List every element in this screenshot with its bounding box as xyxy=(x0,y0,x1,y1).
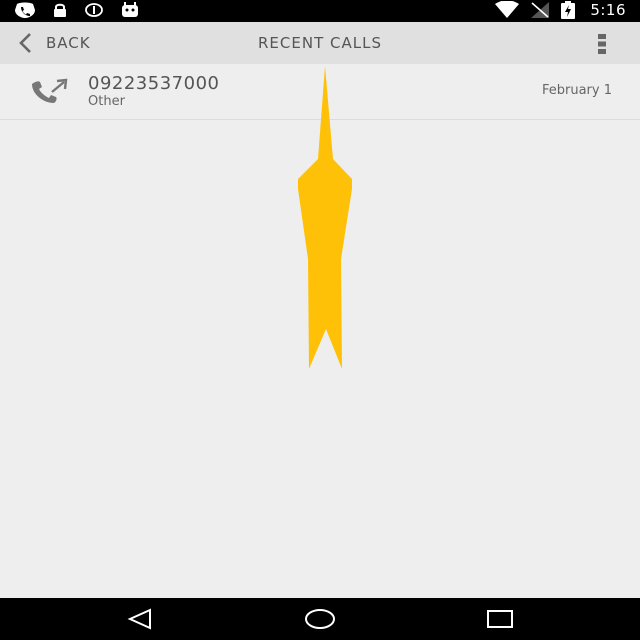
status-right-icons: 5:16 xyxy=(494,1,626,19)
status-clock: 5:16 xyxy=(590,1,626,19)
outgoing-call-icon xyxy=(32,78,68,103)
nav-back-button[interactable] xyxy=(110,598,170,640)
navigation-bar xyxy=(0,598,640,640)
home-circle-icon xyxy=(305,609,335,629)
back-label: BACK xyxy=(46,34,91,52)
call-number: 09223537000 xyxy=(88,73,220,94)
back-triangle-icon xyxy=(127,608,151,630)
no-signal-icon xyxy=(531,2,550,18)
recents-square-icon xyxy=(487,610,513,628)
call-date: February 1 xyxy=(541,83,612,98)
overflow-menu-icon xyxy=(598,34,606,54)
overflow-menu-button[interactable] xyxy=(596,33,608,55)
android-icon xyxy=(122,2,138,17)
status-bar: 5:16 xyxy=(0,0,640,22)
battery-charging-icon xyxy=(561,1,576,19)
nav-home-button[interactable] xyxy=(290,598,350,640)
chevron-left-icon xyxy=(19,33,31,53)
info-icon xyxy=(85,3,103,17)
back-button[interactable]: BACK xyxy=(18,22,91,64)
wifi-icon xyxy=(495,1,520,18)
status-left-icons xyxy=(14,2,140,18)
yellow-pointer-icon xyxy=(298,66,352,369)
page-title: RECENT CALLS xyxy=(258,34,382,52)
lock-icon xyxy=(54,3,66,17)
nav-recents-button[interactable] xyxy=(470,598,530,640)
call-notification-icon xyxy=(15,2,35,18)
app-bar: RECENT CALLS BACK xyxy=(0,22,640,64)
call-type: Other xyxy=(88,94,125,109)
